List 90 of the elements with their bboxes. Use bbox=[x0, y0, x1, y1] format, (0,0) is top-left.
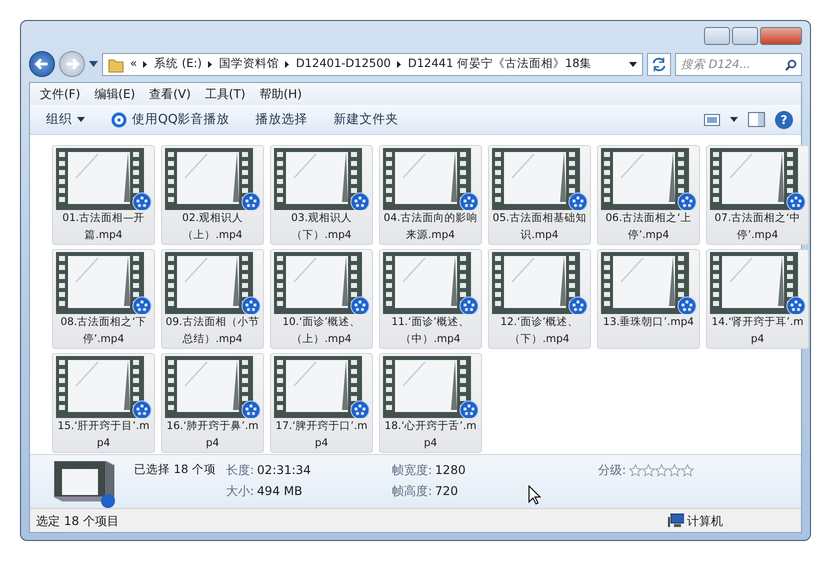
breadcrumb-arrow-icon[interactable] bbox=[284, 60, 290, 68]
file-tile[interactable]: 08.古法面相之‘下停’.mp4 bbox=[52, 249, 155, 349]
breadcrumb-item[interactable]: D12441 何晏宁《古法面相》18集 bbox=[408, 55, 592, 73]
video-file-icon bbox=[56, 356, 152, 418]
file-tile[interactable]: 12.‘面诊’概述、（下）.mp4 bbox=[488, 249, 591, 349]
file-tile[interactable]: 17.‘脾开窍于口’.mp4 bbox=[270, 353, 373, 453]
location-text: 计算机 bbox=[687, 512, 723, 530]
address-bar[interactable]: « 系统 (E:) 国学资料馆 D12401-D12500 D12441 何晏宁《古法面相》18集 bbox=[102, 52, 643, 76]
breadcrumb-item[interactable]: D12401-D12500 bbox=[296, 55, 391, 73]
toolbar-button[interactable]: 组织 bbox=[38, 107, 93, 132]
field-value: 494 MB bbox=[257, 483, 302, 500]
preview-pane-icon[interactable] bbox=[748, 112, 765, 127]
menu-item[interactable]: 文件(F) bbox=[35, 84, 86, 104]
star-icon[interactable] bbox=[668, 464, 682, 476]
star-icon[interactable] bbox=[681, 464, 694, 476]
field-value: 02:31:34 bbox=[257, 462, 311, 479]
toolbar-button[interactable]: 使用QQ影音播放 bbox=[103, 107, 238, 132]
breadcrumb-item[interactable]: 系统 (E:) bbox=[154, 55, 202, 73]
video-file-icon bbox=[274, 356, 370, 418]
maximize-button[interactable] bbox=[732, 27, 758, 45]
star-rating[interactable] bbox=[629, 464, 694, 476]
star-icon[interactable] bbox=[629, 464, 642, 476]
view-icon[interactable] bbox=[704, 114, 720, 126]
breadcrumb-arrow-icon[interactable] bbox=[396, 60, 402, 68]
file-tile[interactable]: 06.古法面相之‘上停’.mp4 bbox=[597, 145, 700, 245]
field-label: 帧宽度: bbox=[392, 462, 432, 479]
video-file-icon bbox=[600, 252, 696, 314]
file-tile[interactable]: 09.古法面相（小节总结）.mp4 bbox=[161, 249, 264, 349]
video-file-icon bbox=[164, 148, 260, 210]
video-file-icon bbox=[492, 148, 588, 210]
player-icon bbox=[111, 112, 127, 128]
dropdown-caret-icon[interactable] bbox=[629, 62, 637, 66]
file-tile[interactable]: 13.垂珠朝口’.mp4 bbox=[597, 249, 700, 349]
caret-icon[interactable] bbox=[89, 61, 98, 67]
refresh-icon[interactable] bbox=[647, 52, 671, 76]
star-icon[interactable] bbox=[655, 464, 668, 476]
caret-icon[interactable] bbox=[730, 117, 738, 122]
video-file-icon bbox=[492, 252, 588, 314]
file-tile[interactable]: 02.观相识人（上）.mp4 bbox=[161, 145, 264, 245]
file-tile[interactable]: 01.古法面相—开篇.mp4 bbox=[52, 145, 155, 245]
video-file-icon bbox=[56, 252, 152, 314]
back-button[interactable] bbox=[29, 51, 55, 77]
breadcrumb-arrow-icon[interactable] bbox=[143, 60, 148, 68]
file-tile[interactable]: 07.古法面相之‘中停’.mp4 bbox=[706, 145, 809, 245]
status-text: 选定 18 个项目 bbox=[36, 512, 120, 530]
breadcrumb-arrow-icon[interactable] bbox=[208, 60, 213, 68]
field-label: 帧高度: bbox=[392, 483, 432, 500]
field-value: 720 bbox=[435, 483, 458, 500]
breadcrumb-item[interactable]: 国学资料馆 bbox=[218, 55, 279, 73]
menu-item[interactable]: 工具(T) bbox=[200, 84, 250, 104]
file-tile[interactable]: 11.‘面诊’概述、（中）.mp4 bbox=[379, 249, 482, 349]
file-tile[interactable]: 14.‘肾开窍于耳’.mp4 bbox=[706, 249, 809, 349]
toolbar-button[interactable]: 新建文件夹 bbox=[326, 107, 407, 132]
menu-item[interactable]: 编辑(E) bbox=[89, 84, 140, 104]
help-button[interactable]: ? bbox=[775, 110, 793, 128]
file-tile[interactable]: 04.古法面向的影响来源.mp4 bbox=[379, 145, 482, 245]
video-file-icon bbox=[274, 148, 370, 210]
video-file-icon bbox=[382, 356, 478, 418]
selection-summary: 已选择 18 个项 bbox=[134, 461, 217, 478]
file-tile[interactable]: 18.‘心开窍于舌’.mp4 bbox=[379, 353, 482, 453]
field-value: 1280 bbox=[435, 462, 466, 479]
file-tile[interactable]: 10.‘面诊’概述、（上）.mp4 bbox=[270, 249, 373, 349]
file-tile[interactable]: 15.‘肝开窍于目’.mp4 bbox=[52, 353, 155, 453]
video-file-icon bbox=[710, 148, 806, 210]
video-file-icon bbox=[710, 252, 806, 314]
file-tile[interactable]: 05.古法面相基础知识.mp4 bbox=[488, 145, 591, 245]
video-file-icon bbox=[164, 252, 260, 314]
menu-item[interactable]: 查看(V) bbox=[144, 84, 196, 104]
caret-icon bbox=[77, 117, 85, 122]
video-file-icon bbox=[382, 148, 478, 210]
file-tile[interactable]: 03.观相识人（下）.mp4 bbox=[270, 145, 373, 245]
video-file-icon bbox=[56, 148, 152, 210]
video-file-icon bbox=[600, 148, 696, 210]
field-label: 长度: bbox=[226, 462, 254, 479]
field-label: 大小: bbox=[226, 483, 254, 500]
computer-icon bbox=[668, 513, 684, 528]
mouse-cursor-icon bbox=[528, 485, 541, 505]
search-icon[interactable] bbox=[785, 58, 797, 70]
star-icon[interactable] bbox=[642, 464, 656, 476]
video-file-icon bbox=[382, 252, 478, 314]
toolbar-button[interactable]: 播放选择 bbox=[248, 107, 316, 132]
close-button[interactable] bbox=[760, 27, 802, 45]
video-file-icon bbox=[274, 252, 370, 314]
overflow-mark[interactable]: « bbox=[130, 55, 138, 73]
rating-label: 分级: bbox=[598, 462, 626, 479]
search-field[interactable]: 搜索 D124... bbox=[675, 52, 802, 76]
file-tile[interactable]: 16.‘肺开窍于鼻’.mp4 bbox=[161, 353, 264, 453]
menu-item[interactable]: 帮助(H) bbox=[254, 84, 307, 104]
video-file-icon bbox=[164, 356, 260, 418]
minimize-button[interactable] bbox=[704, 27, 730, 45]
